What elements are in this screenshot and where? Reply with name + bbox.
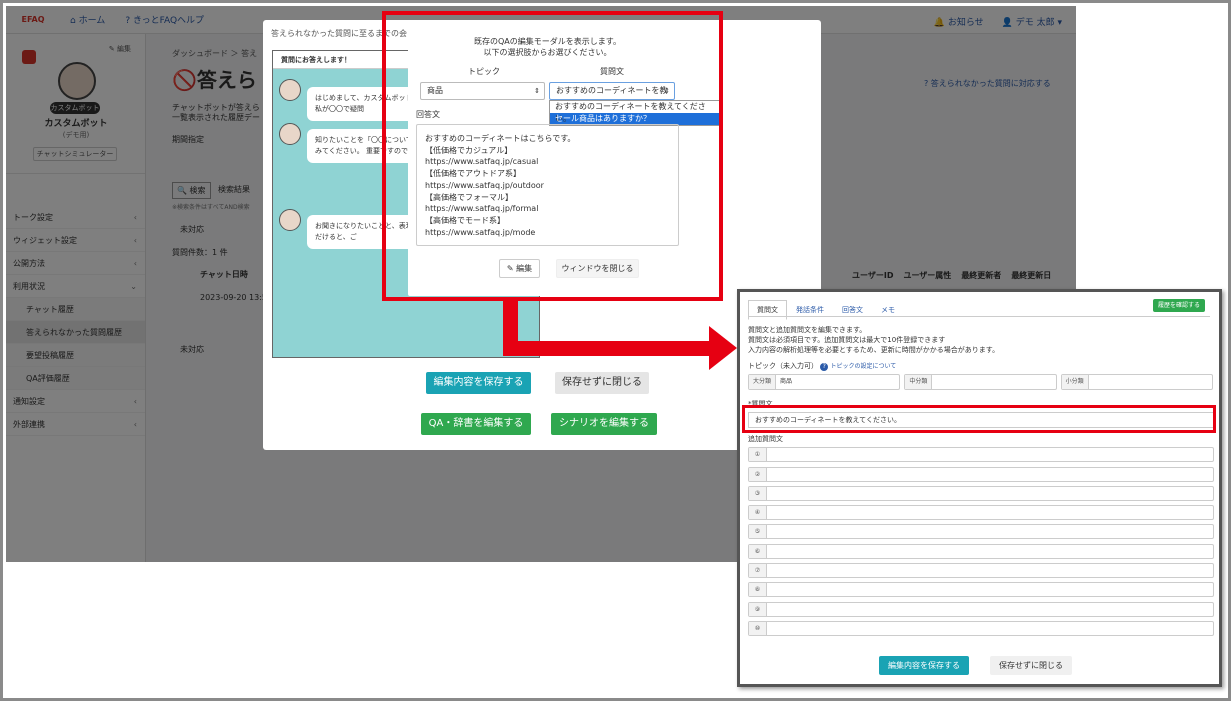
topic-cell-label: 小分類 (1061, 375, 1089, 389)
row-number: ② (749, 468, 767, 481)
highlight-box-modal (382, 11, 723, 301)
edit-qa-button[interactable]: QA・辞書を編集する (421, 413, 531, 435)
chat-avatar (279, 209, 301, 231)
row-number: ① (749, 448, 767, 461)
history-button[interactable]: 履歴を確認する (1152, 299, 1205, 312)
close-without-save-button[interactable]: 保存せずに閉じる (990, 656, 1072, 675)
chat-avatar (279, 79, 301, 101)
additional-question-row[interactable]: ⑤ (748, 524, 1214, 539)
description-line: 入力内容の解析処理等を必要とするため、更新に時間がかかる場合があります。 (748, 346, 1000, 354)
additional-question-row[interactable]: ⑨ (748, 602, 1214, 617)
topic-field-label: トピック（未入力可） ? トピックの設定について (748, 361, 896, 371)
edit-scenario-button[interactable]: シナリオを編集する (551, 413, 657, 435)
row-number: ⑨ (749, 603, 767, 616)
save-edit-button[interactable]: 編集内容を保存する (879, 656, 969, 675)
description-line: 質問文と追加質問文を編集できます。 (748, 326, 867, 334)
additional-question-row[interactable]: ⑥ (748, 544, 1214, 559)
additional-questions-label: 追加質問文 (748, 435, 783, 443)
row-number: ⑧ (749, 583, 767, 596)
row-number: ⑥ (749, 545, 767, 558)
tab-memo[interactable]: メモ (872, 300, 904, 320)
topic-cell-label: 大分類 (749, 375, 777, 389)
row-number: ⑩ (749, 622, 767, 635)
topic-cell-label: 中分類 (905, 375, 933, 389)
topic-field-label-text: トピック（未入力可） (748, 362, 818, 370)
tab-divider (748, 316, 1210, 317)
topic-medium-field[interactable]: 中分類 (904, 374, 1057, 390)
additional-question-row[interactable]: ④ (748, 505, 1214, 520)
arrow-shaft-horizontal (503, 341, 711, 356)
qa-edit-panel: 質問文 発話条件 回答文 メモ 履歴を確認する 質問文と追加質問文を編集できます… (737, 289, 1222, 687)
row-number: ③ (749, 487, 767, 500)
tab-condition[interactable]: 発話条件 (787, 300, 833, 320)
tab-question[interactable]: 質問文 (748, 300, 787, 320)
additional-question-row[interactable]: ① (748, 447, 1214, 462)
tab-answer[interactable]: 回答文 (833, 300, 872, 320)
help-icon: ? (820, 363, 829, 371)
topic-fields: 大分類 商品 中分類 小分類 (748, 374, 1213, 390)
additional-question-row[interactable]: ③ (748, 486, 1214, 501)
edit-description: 質問文と追加質問文を編集できます。 質問文は必須項目です。追加質問文は最大で10… (748, 325, 999, 355)
topic-large-field[interactable]: 大分類 商品 (748, 374, 901, 390)
row-number: ④ (749, 506, 767, 519)
topic-cell-value: 商品 (780, 378, 793, 385)
save-edit-button[interactable]: 編集内容を保存する (426, 372, 531, 394)
topic-help-link[interactable]: トピックの設定について (830, 363, 896, 370)
additional-question-row[interactable]: ⑦ (748, 563, 1214, 578)
additional-question-row[interactable]: ⑧ (748, 582, 1214, 597)
topic-small-field[interactable]: 小分類 (1060, 374, 1213, 390)
arrow-head-icon (709, 326, 737, 370)
close-without-save-button[interactable]: 保存せずに閉じる (555, 372, 649, 394)
edit-tabs: 質問文 発話条件 回答文 メモ (748, 300, 904, 320)
additional-question-row[interactable]: ② (748, 467, 1214, 482)
chat-avatar (279, 123, 301, 145)
highlight-box-question (742, 405, 1216, 433)
topic-cell-value (932, 375, 940, 389)
description-line: 質問文は必須項目です。追加質問文は最大で10件登録できます (748, 336, 946, 344)
topic-cell-value (1089, 375, 1097, 389)
additional-question-row[interactable]: ⑩ (748, 621, 1214, 636)
row-number: ⑦ (749, 564, 767, 577)
row-number: ⑤ (749, 525, 767, 538)
